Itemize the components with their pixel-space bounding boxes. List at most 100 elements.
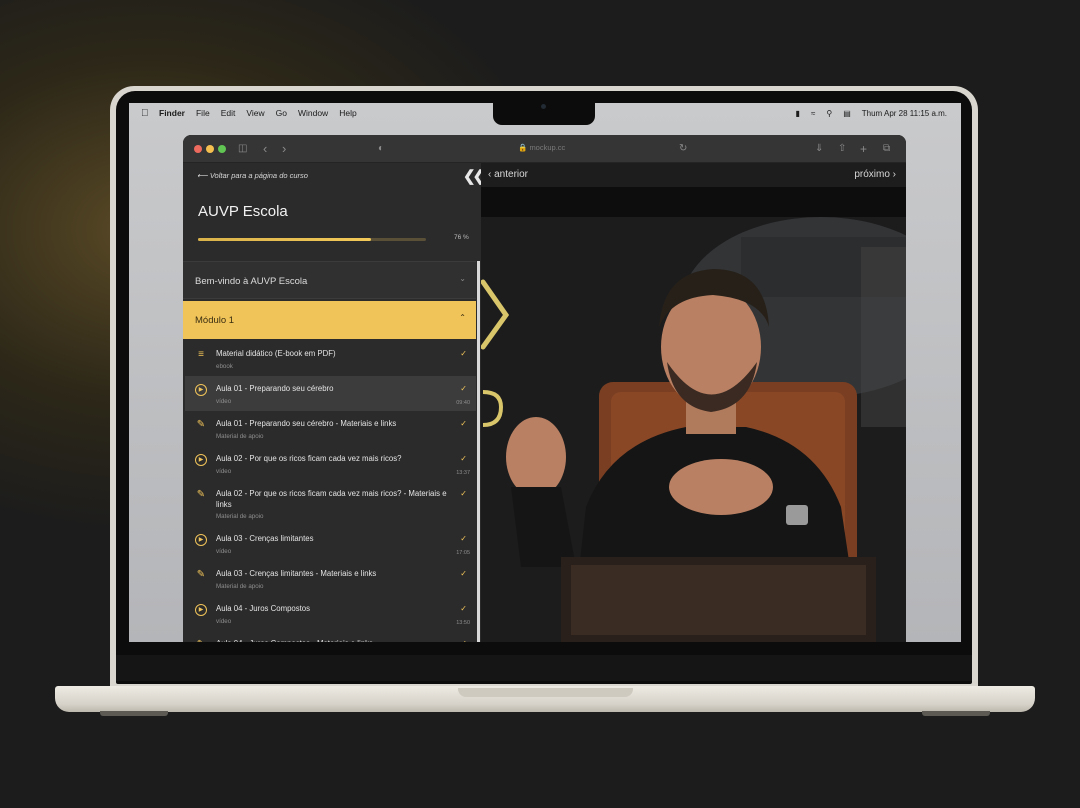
section-welcome[interactable]: Bem-vindo à AUVP Escola ⌄ [183,261,476,299]
lesson-item[interactable]: ✎ Aula 04 - Juros Compostos - Materiais e… [185,631,476,642]
lesson-duration: 17:05 [456,550,470,556]
lesson-type: vídeo [216,398,232,405]
clock[interactable]: Thum Apr 28 11:15 a.m. [862,109,947,118]
laptop-foot [922,711,990,716]
lesson-title: Material didático (E-book em PDF) [216,349,336,358]
camera-notch [493,98,595,125]
back-to-course-link[interactable]: ⟵ Voltar para a página do curso [197,171,308,180]
menu-go[interactable]: Go [276,108,287,118]
minimize-window-button[interactable] [206,145,214,153]
laptop-foot [100,711,168,716]
check-icon: ✓ [460,384,467,393]
sidebar-toggle-icon[interactable]: ◫ [238,141,247,157]
progress-fill [198,238,372,241]
share-icon[interactable]: ⇧ [838,141,846,157]
tab-overview-icon[interactable]: ⧉ [883,141,890,157]
control-center-icon[interactable]: ▤ [843,109,851,118]
check-icon: ✓ [460,604,467,613]
menu-window[interactable]: Window [298,108,328,118]
lesson-duration: 13:37 [456,470,470,476]
lesson-title: Aula 03 - Crenças limitantes - Materiais… [216,569,377,578]
check-icon: ✓ [460,489,467,498]
lesson-item[interactable]: ▶ Aula 02 - Por que os ricos ficam cada v… [185,446,476,481]
play-icon: ▶ [195,534,207,546]
lesson-item[interactable]: ▶ Aula 03 - Crenças limitantes vídeo ✓ 17:05 [185,526,476,561]
address-bar[interactable]: 🔒 mockup.cc [518,143,565,152]
section-label: Módulo 1 [195,315,235,326]
book-icon: ≡ [198,349,204,360]
check-icon: ✓ [460,534,467,543]
next-lesson-button[interactable]: próximo › [854,169,896,180]
chevron-down-icon: ⌄ [459,274,466,283]
sidebar-scrollbar[interactable] [477,261,480,642]
play-icon: ▶ [195,454,207,466]
lesson-type: vídeo [216,468,232,475]
course-sidebar: ⟵ Voltar para a página do curso ❮❮ AUVP … [183,163,481,642]
battery-icon[interactable]: ▮ [796,109,800,118]
screen:  Finder File Edit View Go Window Help ▮… [129,103,961,642]
download-icon[interactable]: ⇓ [815,141,823,157]
lesson-duration: 09:40 [456,400,470,406]
lesson-item[interactable]: ✎ Aula 03 - Crenças limitantes - Materiai… [185,561,476,596]
url-text: mockup.cc [529,143,566,152]
browser-toolbar: ◫ ‹ › ◐ 🔒 mockup.cc ↻ ⇓ ⇧ + ⧉ [183,135,906,163]
new-tab-icon[interactable]: + [860,141,867,157]
menu-finder[interactable]: Finder [159,108,185,118]
lesson-navbar: ‹ anterior próximo › [481,163,906,187]
back-arrow-icon[interactable]: ‹ [263,141,267,157]
menu-edit[interactable]: Edit [221,108,236,118]
check-icon: ✓ [460,454,467,463]
previous-lesson-button[interactable]: ‹ anterior [488,169,528,180]
progress-bar [198,238,426,241]
edit-icon: ✎ [196,419,206,430]
lesson-title: Aula 01 - Preparando seu cérebro - Mater… [216,419,397,428]
wifi-icon[interactable]: ≈ [811,109,815,118]
reload-icon[interactable]: ↻ [679,141,687,157]
lesson-type: Material de apoio [216,583,264,590]
menu-file[interactable]: File [196,108,210,118]
section-module-1[interactable]: Módulo 1 ⌃ [183,301,476,339]
lesson-type: Material de apoio [216,513,264,520]
lesson-item[interactable]: ▶ Aula 04 - Juros Compostos vídeo ✓ 13:50 [185,596,476,631]
close-window-button[interactable] [194,145,202,153]
lesson-item[interactable]: ≡ Material didático (E-book em PDF) ebook ✓ [185,341,476,376]
lesson-title: Aula 01 - Preparando seu cérebro [216,384,334,393]
lesson-item[interactable]: ✎ Aula 02 - Por que os ricos ficam cada v… [185,481,476,526]
video-player[interactable] [481,187,906,642]
video-frame [481,217,906,642]
check-icon: ✓ [460,639,467,642]
zoom-window-button[interactable] [218,145,226,153]
lesson-type: vídeo [216,618,232,625]
camera-icon [541,104,546,109]
search-icon[interactable]: ⚲ [826,109,832,118]
section-label: Bem-vindo à AUVP Escola [195,276,308,287]
lesson-item[interactable]: ✎ Aula 01 - Preparando seu cérebro - Mate… [185,411,476,446]
status-area: ▮ ≈ ⚲ ▤ Thum Apr 28 11:15 a.m. [796,103,947,123]
apple-icon[interactable]:  [141,108,151,119]
play-icon: ▶ [195,384,207,396]
lesson-title: Aula 04 - Juros Compostos [216,604,311,613]
edit-icon: ✎ [195,639,207,642]
edit-icon: ✎ [196,489,206,500]
menu-help[interactable]: Help [339,108,356,118]
check-icon: ✓ [460,349,467,358]
lesson-item[interactable]: ▶ Aula 01 - Preparando seu cérebro vídeo ✓ 0… [185,376,476,411]
lesson-type: vídeo [216,548,232,555]
browser-window: ◫ ‹ › ◐ 🔒 mockup.cc ↻ ⇓ ⇧ + ⧉ ⟵ Voltar p… [183,135,906,642]
lesson-title: Aula 03 - Crenças limitantes [216,534,314,543]
lesson-title: Aula 04 - Juros Compostos - Materiais e … [216,638,456,642]
main-content: ‹ anterior próximo › [481,163,906,642]
forward-arrow-icon[interactable]: › [282,141,286,157]
menu-view[interactable]: View [246,108,264,118]
laptop-chin [116,655,972,681]
lesson-type: Material de apoio [216,433,264,440]
collapse-sidebar-icon[interactable]: ❮❮ [463,167,481,185]
privacy-shield-icon[interactable]: ◐ [378,141,384,157]
lesson-type: ebook [216,363,233,370]
check-icon: ✓ [460,569,467,578]
progress-label: 76 % [454,234,469,241]
lesson-title: Aula 02 - Por que os ricos ficam cada ve… [216,489,447,509]
lesson-duration: 13:50 [456,620,470,626]
course-title: AUVP Escola [198,203,288,220]
chevron-up-icon: ⌃ [459,313,466,322]
